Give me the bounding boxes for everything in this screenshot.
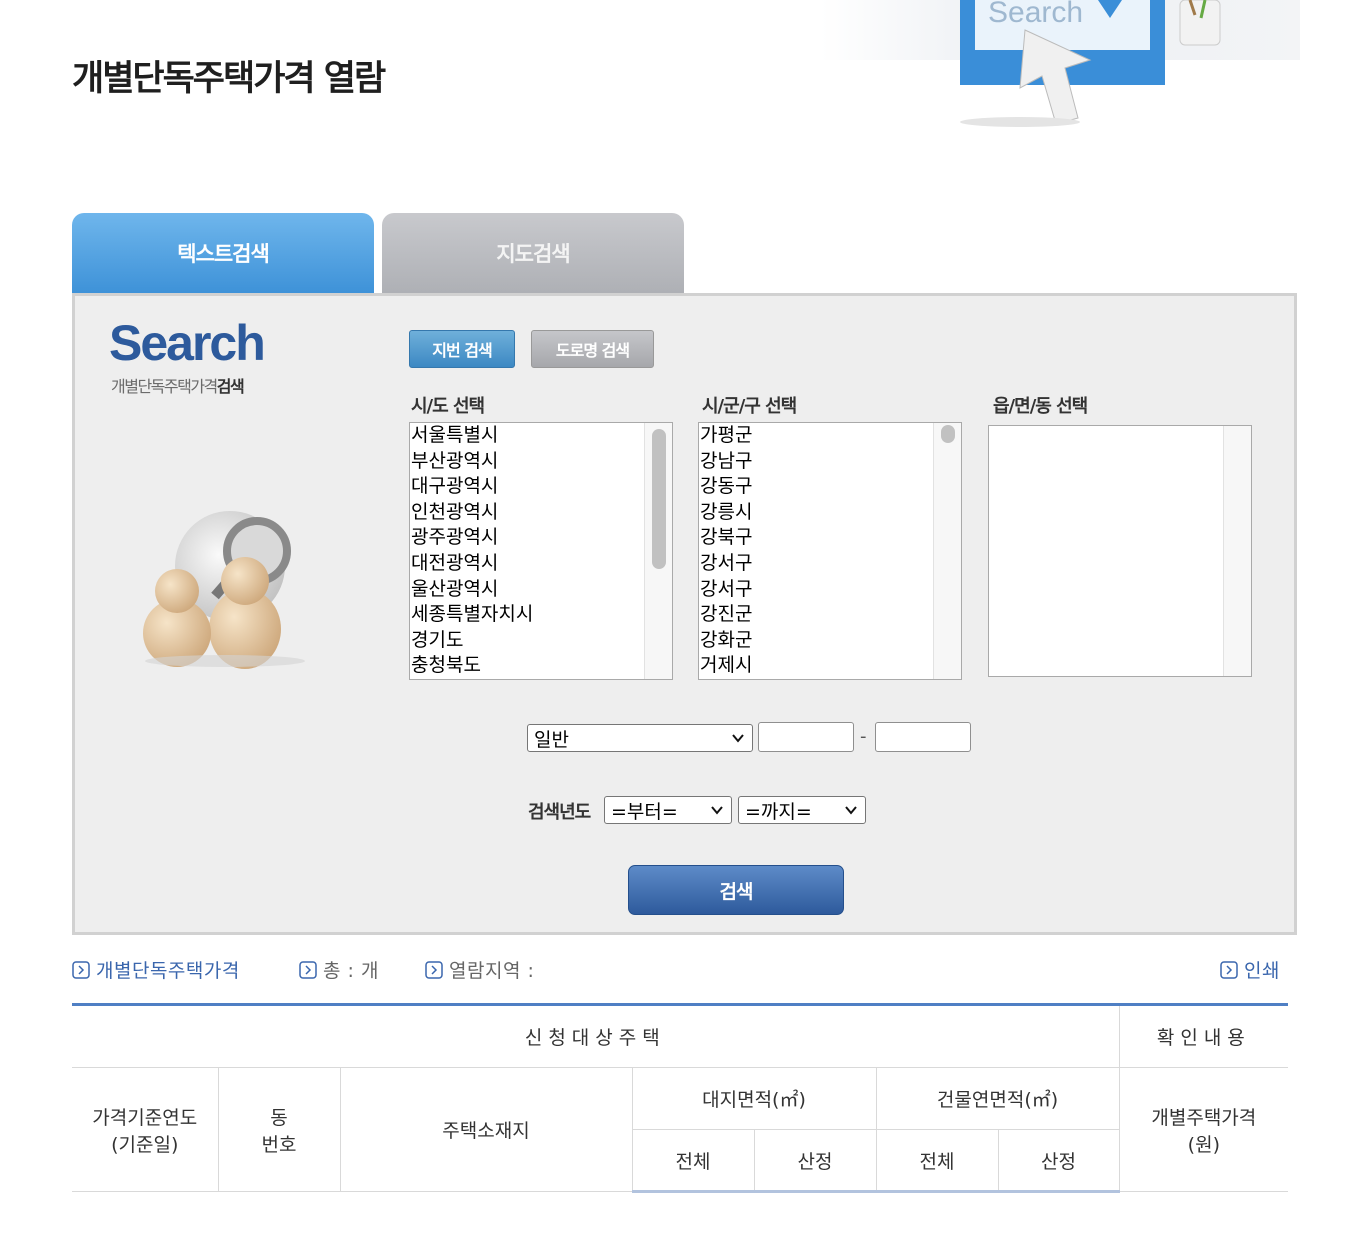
sigungu-option[interactable]: 강동구 bbox=[700, 474, 961, 500]
arrow-right-box-icon bbox=[72, 960, 90, 979]
sido-option[interactable]: 대구광역시 bbox=[411, 474, 672, 500]
sido-option[interactable]: 대전광역시 bbox=[411, 551, 672, 577]
sido-listbox[interactable]: 서울특별시 부산광역시 대구광역시 인천광역시 광주광역시 대전광역시 울산광역… bbox=[409, 422, 673, 680]
search-logo-subtitle: 개별단독주택가격검색 bbox=[111, 377, 245, 396]
table-col-year: 가격기준연도 (기준일) bbox=[72, 1067, 219, 1192]
lot-number-separator: - bbox=[860, 726, 867, 747]
sido-options: 서울특별시 부산광역시 대구광역시 인천광역시 광주광역시 대전광역시 울산광역… bbox=[410, 423, 672, 679]
sido-label: 시/도 선택 bbox=[411, 396, 485, 417]
sido-option[interactable]: 충청북도 bbox=[411, 653, 672, 679]
arrow-right-box-icon bbox=[425, 960, 443, 979]
sigungu-option[interactable]: 가평군 bbox=[700, 423, 961, 449]
sigungu-option[interactable]: 강릉시 bbox=[700, 500, 961, 526]
header-illustration: Search bbox=[820, 0, 1300, 127]
sido-option[interactable]: 경기도 bbox=[411, 628, 672, 654]
table-col-address: 주택소재지 bbox=[339, 1067, 633, 1192]
sigungu-listbox[interactable]: 가평군 강남구 강동구 강릉시 강북구 강서구 강서구 강진군 강화군 거제시 bbox=[698, 422, 962, 680]
year-to-select[interactable]: =까지= bbox=[738, 796, 866, 824]
year-from-select[interactable]: =부터= bbox=[604, 796, 732, 824]
sido-option[interactable]: 울산광역시 bbox=[411, 577, 672, 603]
table-col-land-calc: 산정 bbox=[753, 1129, 877, 1193]
page-title: 개별단독주택가격 열람 bbox=[72, 59, 386, 99]
sigungu-label: 시/군/구 선택 bbox=[702, 396, 797, 417]
table-col-building-total: 전체 bbox=[875, 1129, 999, 1193]
table-col-land-total: 전체 bbox=[632, 1129, 755, 1193]
search-button[interactable]: 검색 bbox=[628, 865, 844, 915]
arrow-right-box-icon bbox=[1220, 960, 1238, 979]
info-region: 열람지역 : bbox=[425, 956, 534, 983]
sigungu-scrollbar[interactable] bbox=[933, 423, 961, 679]
emd-listbox[interactable] bbox=[988, 425, 1252, 677]
sido-option[interactable]: 부산광역시 bbox=[411, 449, 672, 475]
sido-option[interactable]: 인천광역시 bbox=[411, 500, 672, 526]
sido-option[interactable]: 광주광역시 bbox=[411, 525, 672, 551]
result-table: 신청대상주택 확인내용 가격기준연도 (기준일) 동 번호 주택소재지 대지면적(㎡… bbox=[72, 1003, 1289, 1193]
table-col-price: 개별주택가격 (원) bbox=[1118, 1067, 1289, 1192]
table-group-confirm: 확인내용 bbox=[1118, 1003, 1289, 1068]
sigungu-option[interactable]: 강서구 bbox=[700, 551, 961, 577]
table-col-building-area: 건물연면적(㎡) bbox=[875, 1067, 1120, 1130]
table-group-applicant: 신청대상주택 bbox=[72, 1003, 1120, 1068]
chevron-down-icon bbox=[732, 734, 744, 743]
sido-option[interactable]: 세종특별자치시 bbox=[411, 602, 672, 628]
sigungu-option[interactable]: 강남구 bbox=[700, 449, 961, 475]
year-to-value: =까지= bbox=[745, 800, 812, 823]
search-panel: Search 개별단독주택가격검색 지번 검색 도로명 검색 시/도 선택 시/… bbox=[72, 293, 1297, 935]
chevron-down-icon bbox=[845, 806, 857, 815]
lot-type-value: 일반 bbox=[534, 728, 569, 751]
emd-label: 읍/면/동 선택 bbox=[993, 396, 1088, 417]
sido-scrollbar-thumb[interactable] bbox=[652, 429, 666, 569]
table-col-land-area: 대지면적(㎡) bbox=[631, 1067, 877, 1130]
search-logo-title: Search bbox=[109, 315, 266, 371]
sigungu-options: 가평군 강남구 강동구 강릉시 강북구 강서구 강서구 강진군 강화군 거제시 bbox=[699, 423, 961, 679]
print-link[interactable]: 인쇄 bbox=[1220, 956, 1280, 983]
arrow-right-box-icon bbox=[299, 960, 317, 979]
sigungu-option[interactable]: 거제시 bbox=[700, 653, 961, 679]
sigungu-option[interactable]: 강화군 bbox=[700, 628, 961, 654]
sigungu-option[interactable]: 강진군 bbox=[700, 602, 961, 628]
year-from-value: =부터= bbox=[611, 800, 678, 823]
lot-type-select[interactable]: 일반 bbox=[527, 724, 753, 752]
sigungu-option[interactable]: 강북구 bbox=[700, 525, 961, 551]
sub-lot-number-input[interactable] bbox=[875, 722, 971, 752]
chevron-down-icon bbox=[711, 806, 723, 815]
info-total: 총 : 개 bbox=[299, 956, 379, 983]
emd-scrollbar[interactable] bbox=[1223, 426, 1251, 676]
sido-scrollbar[interactable] bbox=[644, 423, 672, 679]
sido-option[interactable]: 서울특별시 bbox=[411, 423, 672, 449]
tab-map-search[interactable]: 지도검색 bbox=[382, 213, 684, 293]
table-col-building-calc: 산정 bbox=[997, 1129, 1120, 1193]
sigungu-scrollbar-thumb[interactable] bbox=[941, 425, 955, 443]
header-art-text: Search bbox=[988, 0, 1083, 29]
search-people-illustration bbox=[143, 511, 305, 669]
search-year-label: 검색년도 bbox=[528, 802, 591, 823]
sigungu-option[interactable]: 강서구 bbox=[700, 577, 961, 603]
info-category: 개별단독주택가격 bbox=[72, 956, 240, 983]
main-lot-number-input[interactable] bbox=[758, 722, 854, 752]
jibun-search-button[interactable]: 지번 검색 bbox=[409, 330, 515, 368]
tab-text-search[interactable]: 텍스트검색 bbox=[72, 213, 374, 293]
table-col-dong: 동 번호 bbox=[217, 1067, 341, 1192]
road-name-search-button[interactable]: 도로명 검색 bbox=[531, 330, 654, 368]
